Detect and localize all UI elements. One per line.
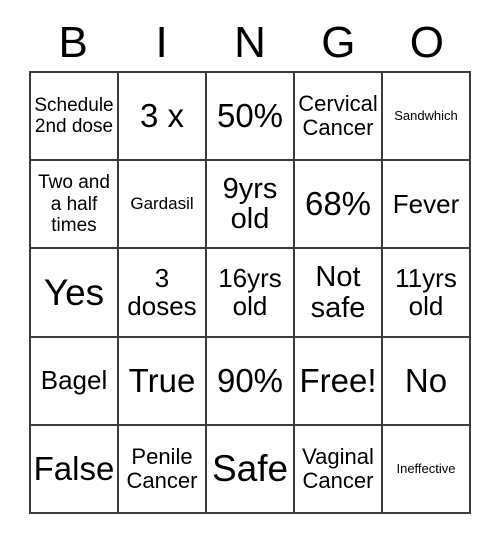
bingo-cell[interactable]: Sandwhich <box>383 73 471 162</box>
bingo-cell[interactable]: Bagel <box>31 337 119 426</box>
bingo-cell[interactable]: Schedule 2nd dose <box>31 73 119 162</box>
bingo-cell[interactable]: 90% <box>207 337 295 426</box>
header-letter-b: B <box>58 17 88 67</box>
bingo-header: B I N G O <box>29 14 471 71</box>
bingo-cell[interactable]: Cervical Cancer <box>295 73 383 162</box>
bingo-cell[interactable]: 50% <box>207 73 295 162</box>
bingo-cell-free[interactable]: Free! <box>295 337 383 426</box>
bingo-row: False Penile Cancer Safe Vaginal Cancer … <box>31 425 471 515</box>
bingo-cell[interactable]: Safe <box>207 425 295 515</box>
bingo-cell[interactable]: 16yrs old <box>207 249 295 338</box>
bingo-cell[interactable]: 68% <box>295 161 383 250</box>
bingo-card: B I N G O Schedule 2nd dose 3 x 50% Cerv… <box>0 0 500 544</box>
bingo-cell[interactable]: 3 doses <box>119 249 207 338</box>
bingo-row: Two and a half times Gardasil 9yrs old 6… <box>31 161 471 250</box>
bingo-cell[interactable]: 9yrs old <box>207 161 295 250</box>
bingo-cell[interactable]: Gardasil <box>119 161 207 250</box>
header-letter-n: N <box>234 17 266 67</box>
bingo-row: Schedule 2nd dose 3 x 50% Cervical Cance… <box>31 73 471 162</box>
bingo-cell[interactable]: False <box>31 425 119 515</box>
bingo-cell[interactable]: No <box>383 337 471 426</box>
header-letter-g: G <box>321 17 356 67</box>
bingo-cell[interactable]: Not safe <box>295 249 383 338</box>
bingo-grid: Schedule 2nd dose 3 x 50% Cervical Cance… <box>29 71 471 515</box>
bingo-cell[interactable]: Fever <box>383 161 471 250</box>
bingo-cell[interactable]: Ineffective <box>383 425 471 515</box>
bingo-cell[interactable]: 3 x <box>119 73 207 162</box>
bingo-cell[interactable]: Vaginal Cancer <box>295 425 383 515</box>
header-letter-i: I <box>155 17 168 67</box>
bingo-cell[interactable]: True <box>119 337 207 426</box>
bingo-cell[interactable]: Penile Cancer <box>119 425 207 515</box>
bingo-cell[interactable]: Two and a half times <box>31 161 119 250</box>
bingo-cell[interactable]: 11yrs old <box>383 249 471 338</box>
bingo-cell[interactable]: Yes <box>31 249 119 338</box>
bingo-row: Yes 3 doses 16yrs old Not safe 11yrs old <box>31 249 471 338</box>
bingo-row: Bagel True 90% Free! No <box>31 337 471 426</box>
header-letter-o: O <box>409 17 444 67</box>
